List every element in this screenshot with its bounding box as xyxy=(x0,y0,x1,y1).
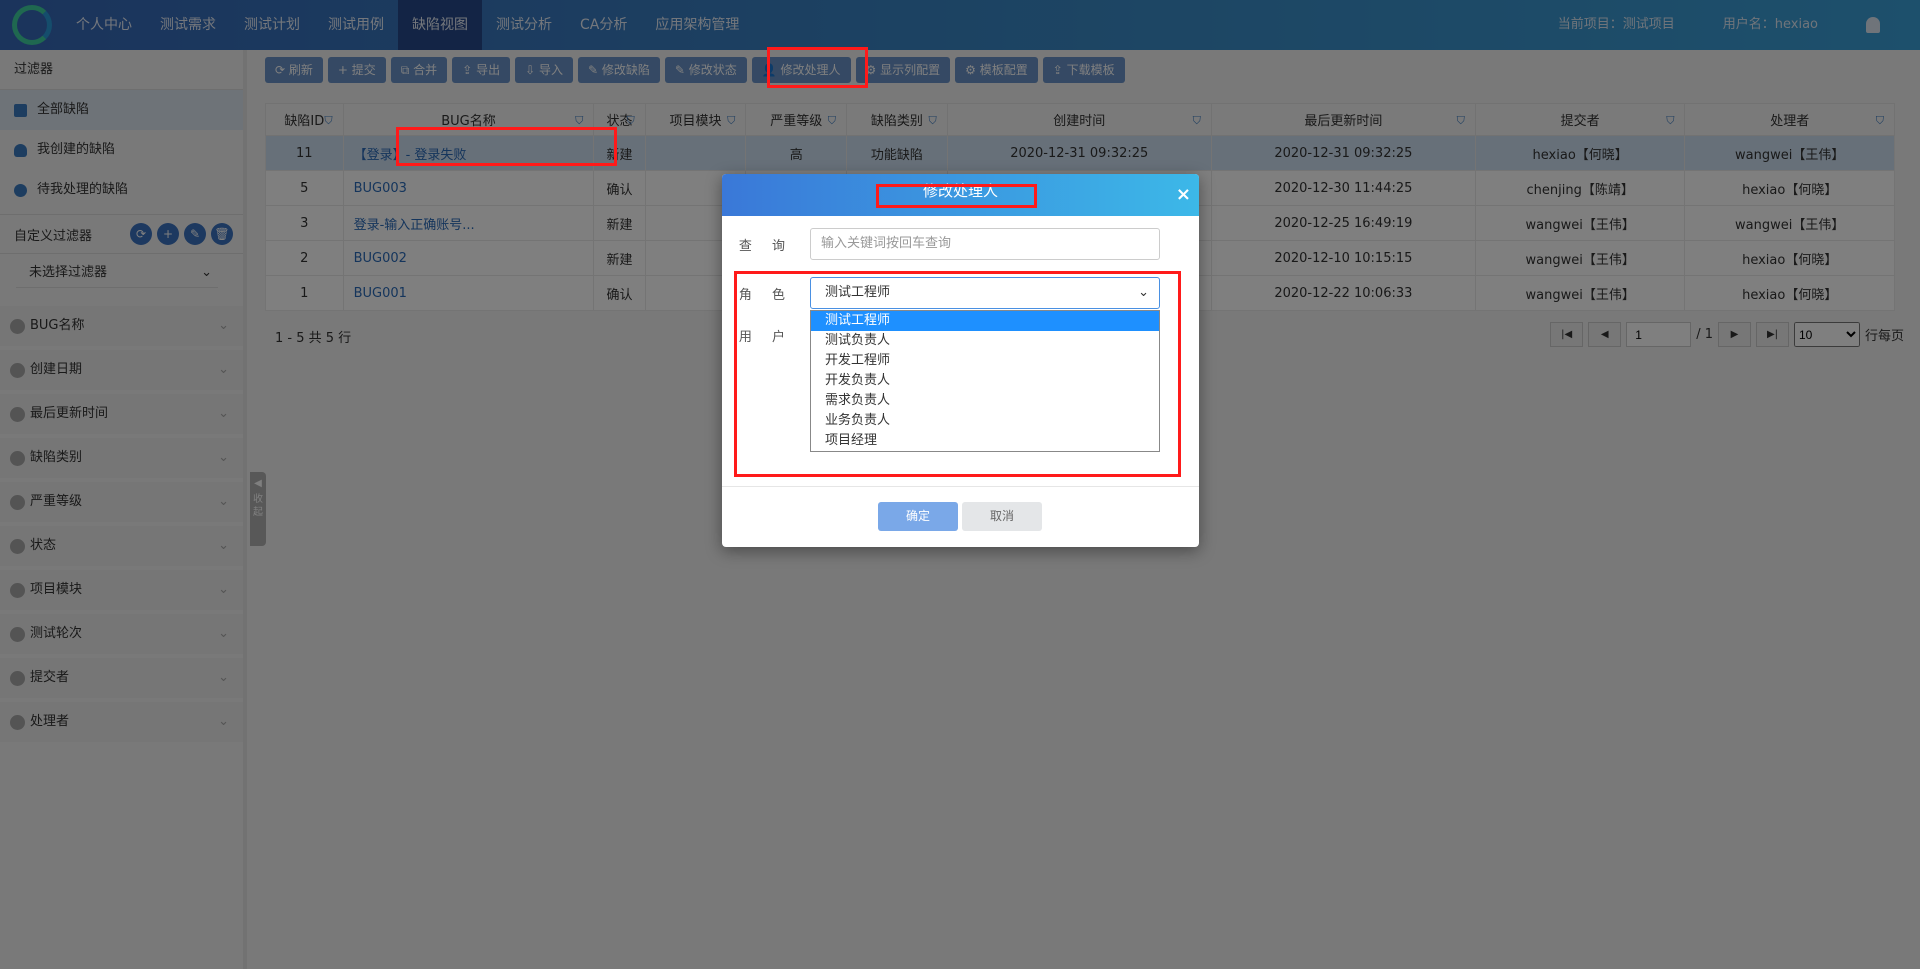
annotation-highlight-toolbar xyxy=(767,47,868,88)
query-label: 查 询 xyxy=(738,238,794,254)
annotation-highlight-role xyxy=(734,271,1181,477)
confirm-button[interactable]: 确定 xyxy=(878,502,958,531)
cancel-button[interactable]: 取消 xyxy=(962,502,1042,531)
dialog-footer-divider xyxy=(722,486,1199,487)
close-icon[interactable]: × xyxy=(1176,178,1191,212)
annotation-highlight-title xyxy=(876,184,1037,208)
annotation-highlight-row xyxy=(396,127,617,166)
query-input[interactable]: 输入关键词按回车查询 xyxy=(810,228,1160,260)
